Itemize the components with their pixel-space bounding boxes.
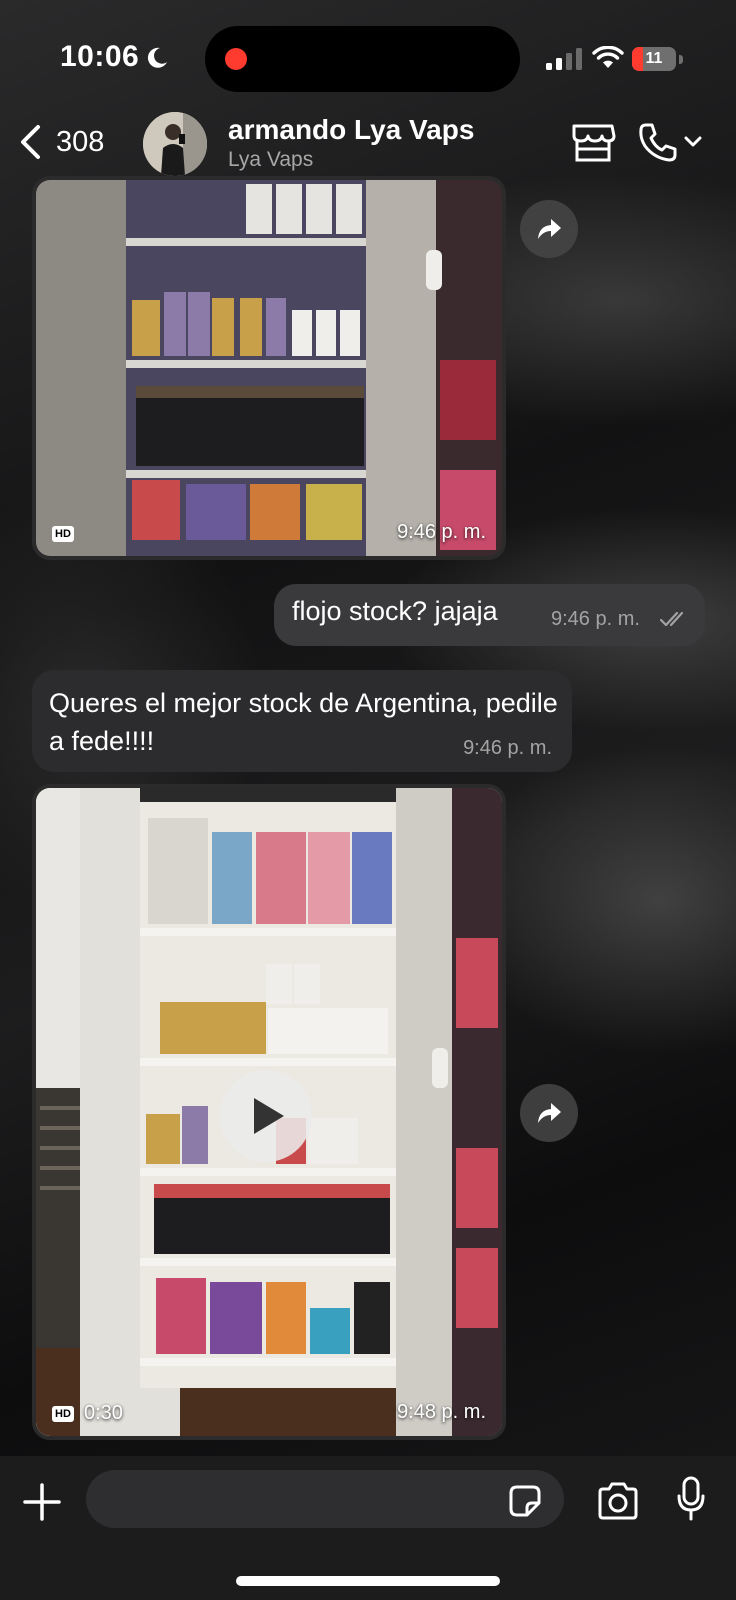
home-indicator[interactable]	[236, 1576, 500, 1586]
wifi-icon	[592, 46, 624, 68]
avatar-person-icon	[143, 112, 207, 176]
message-text: flojo stock? jajaja	[292, 596, 498, 626]
camera-icon[interactable]	[596, 1482, 640, 1520]
unread-count: 308	[56, 126, 105, 158]
back-chevron-icon	[21, 125, 40, 159]
image-message[interactable]: HD 9:46 p. m.	[32, 176, 506, 560]
outgoing-text-message[interactable]: flojo stock? jajaja 9:46 p. m.	[274, 584, 705, 646]
hd-badge: HD	[52, 526, 74, 542]
forward-button[interactable]	[520, 200, 578, 258]
back-button[interactable]: 308	[14, 120, 124, 164]
read-ticks-icon	[659, 611, 684, 627]
composer-bar	[0, 1456, 736, 1600]
plus-icon[interactable]	[22, 1482, 62, 1522]
forward-icon	[538, 1103, 561, 1123]
status-time: 10:06	[60, 40, 140, 73]
microphone-icon[interactable]	[676, 1476, 706, 1522]
forward-icon	[538, 219, 561, 239]
incoming-text-message[interactable]: Queres el mejor stock de Argentina, pedi…	[32, 670, 572, 772]
sticker-icon[interactable]	[508, 1484, 542, 1518]
signal-icon	[546, 48, 582, 70]
battery-label: 11	[645, 50, 663, 67]
contact-subtitle: Lya Vaps	[228, 148, 314, 171]
video-message[interactable]: HD 0:30 9:48 p. m.	[32, 784, 506, 1440]
chat-screen: 10:06 11 308 armando Lya Vaps Lya Vaps H…	[0, 0, 736, 1600]
message-time: 9:46 p. m.	[463, 737, 552, 759]
moon-icon	[147, 47, 167, 68]
dynamic-island	[205, 26, 520, 92]
battery-tip	[679, 55, 683, 64]
play-button[interactable]	[220, 1070, 312, 1162]
call-button[interactable]	[636, 120, 704, 164]
contact-name[interactable]: armando Lya Vaps	[228, 114, 474, 146]
battery-icon: 11	[632, 47, 676, 71]
chat-header: 308 armando Lya Vaps Lya Vaps	[0, 100, 736, 184]
video-duration: 0:30	[84, 1402, 123, 1424]
message-time: 9:46 p. m.	[397, 521, 486, 543]
recording-indicator	[225, 48, 247, 70]
message-time: 9:48 p. m.	[397, 1401, 486, 1423]
hd-badge: HD	[52, 1406, 74, 1422]
message-input[interactable]	[86, 1470, 564, 1528]
phone-icon	[639, 123, 677, 162]
shelf-photo	[36, 180, 502, 556]
play-icon	[254, 1098, 284, 1134]
forward-button[interactable]	[520, 1084, 578, 1142]
chevron-down-icon	[684, 136, 702, 147]
store-icon[interactable]	[570, 122, 616, 164]
avatar[interactable]	[143, 112, 207, 176]
message-time: 9:46 p. m.	[551, 608, 640, 630]
